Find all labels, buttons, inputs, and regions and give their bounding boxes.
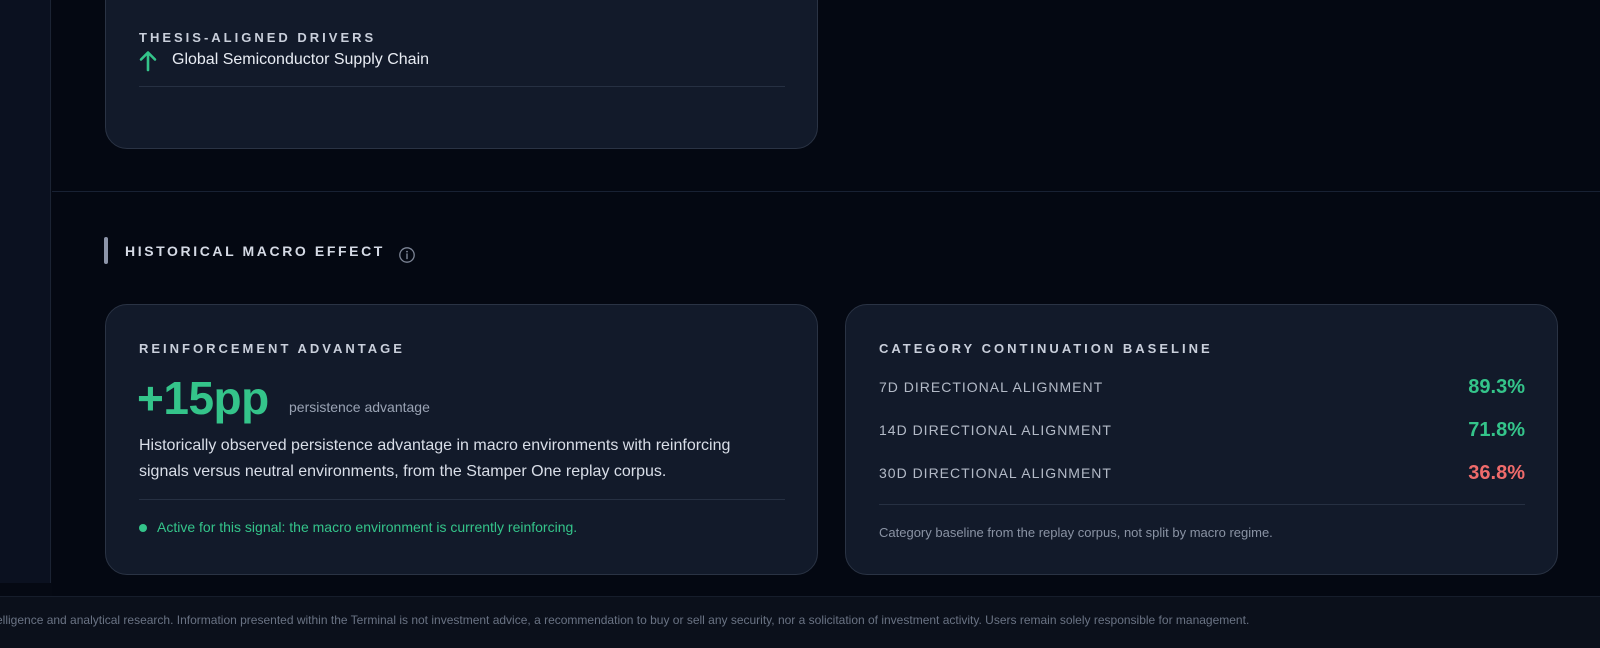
divider xyxy=(879,504,1525,505)
driver-name: Global Semiconductor Supply Chain xyxy=(172,51,430,68)
metric-name: 14D DIRECTIONAL ALIGNMENT xyxy=(879,422,1112,438)
left-sidebar-rail xyxy=(0,0,51,583)
metric-value: 71.8% xyxy=(1468,419,1525,441)
active-status-text: Active for this signal: the macro enviro… xyxy=(157,519,578,535)
reinforcement-label: REINFORCEMENT ADVANTAGE xyxy=(139,341,405,356)
metric-name: 30D DIRECTIONAL ALIGNMENT xyxy=(879,465,1112,481)
status-dot-icon xyxy=(139,524,147,532)
driver-row[interactable]: Global Semiconductor Supply Chain xyxy=(139,50,785,87)
section-accent-bar xyxy=(104,237,108,264)
advantage-value: +15pp xyxy=(137,372,269,424)
metric-row-30d: 30D DIRECTIONAL ALIGNMENT 36.8% xyxy=(879,462,1525,486)
metric-row-14d: 14D DIRECTIONAL ALIGNMENT 71.8% xyxy=(879,419,1525,443)
info-icon[interactable] xyxy=(398,246,416,264)
reinforcement-advantage-card: REINFORCEMENT ADVANTAGE +15pp persistenc… xyxy=(105,304,818,575)
advantage-description: Historically observed persistence advant… xyxy=(139,437,731,480)
arrow-up-icon xyxy=(139,51,157,72)
category-baseline-card: CATEGORY CONTINUATION BASELINE 7D DIRECT… xyxy=(845,304,1558,575)
thesis-drivers-card: THESIS-ALIGNED DRIVERS Global Semiconduc… xyxy=(105,0,818,149)
section-divider xyxy=(52,191,1600,192)
metric-row-7d: 7D DIRECTIONAL ALIGNMENT 89.3% xyxy=(879,376,1525,400)
app-stage: THESIS-ALIGNED DRIVERS Global Semiconduc… xyxy=(0,0,1600,648)
footer-disclaimer-bar: elligence and analytical research. Infor… xyxy=(0,596,1600,648)
metric-name: 7D DIRECTIONAL ALIGNMENT xyxy=(879,379,1104,395)
metric-value: 36.8% xyxy=(1468,462,1525,484)
disclaimer-text: elligence and analytical research. Infor… xyxy=(0,613,1250,627)
baseline-note: Category baseline from the replay corpus… xyxy=(879,525,1273,540)
advantage-caption: persistence advantage xyxy=(289,399,430,415)
thesis-drivers-label: THESIS-ALIGNED DRIVERS xyxy=(139,30,377,45)
metric-value: 89.3% xyxy=(1468,376,1525,398)
baseline-label: CATEGORY CONTINUATION BASELINE xyxy=(879,341,1213,356)
section-title: HISTORICAL MACRO EFFECT xyxy=(125,243,385,259)
divider xyxy=(139,499,785,500)
